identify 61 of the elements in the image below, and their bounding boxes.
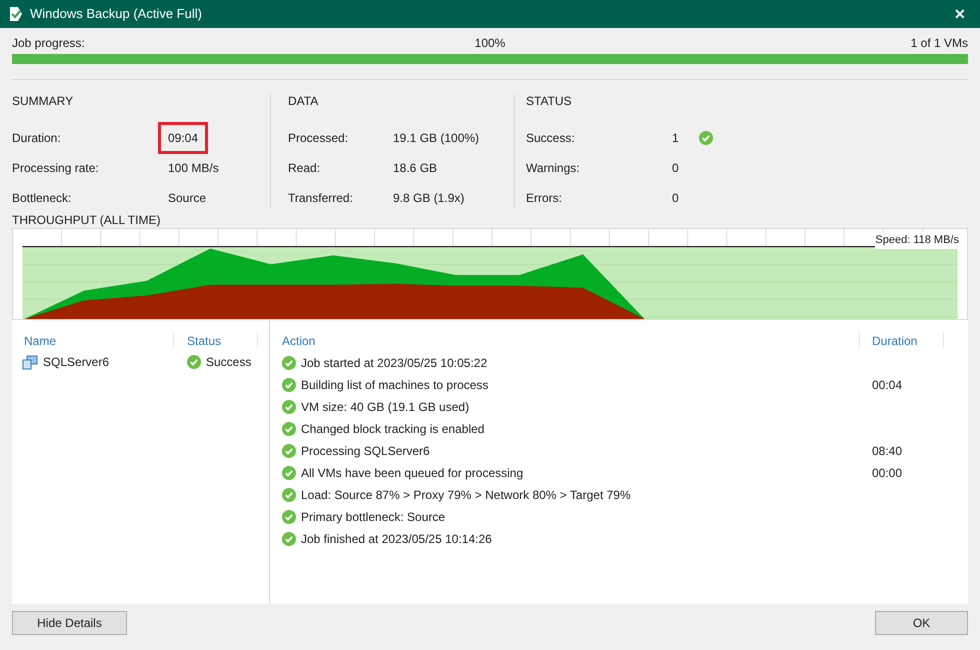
field-label: Errors: [526, 190, 563, 207]
document-check-icon [8, 6, 24, 22]
field-label: Warnings: [526, 160, 581, 177]
check-circle-icon [282, 444, 296, 458]
column-header[interactable]: Name [12, 332, 174, 348]
check-circle-icon [282, 510, 296, 524]
server-icon [22, 354, 38, 370]
progress-label: Job progress: [12, 35, 86, 52]
field-value: 1 [672, 130, 679, 147]
field-label: Transferred: [288, 190, 354, 207]
log-duration: 00:04 [871, 377, 902, 394]
column-header[interactable]: Action [270, 332, 860, 348]
close-button[interactable]: ✕ [948, 4, 972, 24]
field-label: Processed: [288, 130, 350, 147]
vm-row[interactable]: SQLServer6 Success [12, 350, 269, 374]
log-action: Load: Source 87% > Proxy 79% > Network 80% > Target 79% [301, 487, 631, 504]
log-duration: 00:00 [871, 465, 902, 482]
vm-status: Success [206, 354, 252, 371]
log-action: Job finished at 2023/05/25 10:14:26 [301, 531, 492, 548]
column-header[interactable]: Status [174, 332, 258, 348]
speed-label: Speed: 118 MB/s [875, 232, 959, 248]
field-value: 100 MB/s [168, 160, 219, 177]
field-label: Processing rate: [12, 160, 100, 177]
field-value: 0 [672, 190, 679, 207]
check-circle-icon [282, 532, 296, 546]
window-title: Windows Backup (Active Full) [30, 5, 202, 24]
vm-name: SQLServer6 [43, 354, 110, 371]
check-circle-icon [282, 400, 296, 414]
log-action: Changed block tracking is enabled [301, 421, 484, 438]
field-value: 19.1 GB (100%) [393, 130, 480, 147]
field-label: Read: [288, 160, 322, 177]
progress-count: 1 of 1 VMs [910, 35, 968, 52]
field-value: 09:04 [158, 122, 208, 154]
section-title: THROUGHPUT (ALL TIME) [12, 212, 162, 228]
log-action: Job started at 2023/05/25 10:05:22 [301, 355, 488, 372]
hide-details-button[interactable]: Hide Details [12, 611, 127, 635]
check-circle-icon [282, 378, 296, 392]
field-label: Bottleneck: [12, 190, 72, 207]
progress-percent: 100% [474, 35, 506, 52]
field-label: Duration: [12, 130, 62, 147]
field-value: 0 [672, 160, 679, 177]
column-header[interactable]: Duration [860, 332, 944, 348]
log-action: Primary bottleneck: Source [301, 509, 446, 526]
log-action: All VMs have been queued for processing [301, 465, 524, 482]
log-action: VM size: 40 GB (19.1 GB used) [301, 399, 470, 416]
field-label: Success: [526, 130, 576, 147]
check-circle-icon [282, 488, 296, 502]
check-circle-icon [282, 422, 296, 436]
check-circle-icon [187, 355, 201, 369]
ok-button[interactable]: OK [875, 611, 968, 635]
field-value: 9.8 GB (1.9x) [393, 190, 464, 207]
log-action: Processing SQLServer6 [301, 443, 430, 460]
section-title: DATA [288, 94, 320, 109]
field-value: Source [168, 190, 206, 207]
section-title: STATUS [526, 94, 573, 109]
log-duration: 08:40 [871, 443, 902, 460]
check-circle-icon [282, 356, 296, 370]
log-action: Building list of machines to process [301, 377, 488, 394]
check-circle-icon [282, 466, 296, 480]
section-title: SUMMARY [12, 94, 74, 109]
field-value: 18.6 GB [393, 160, 438, 177]
